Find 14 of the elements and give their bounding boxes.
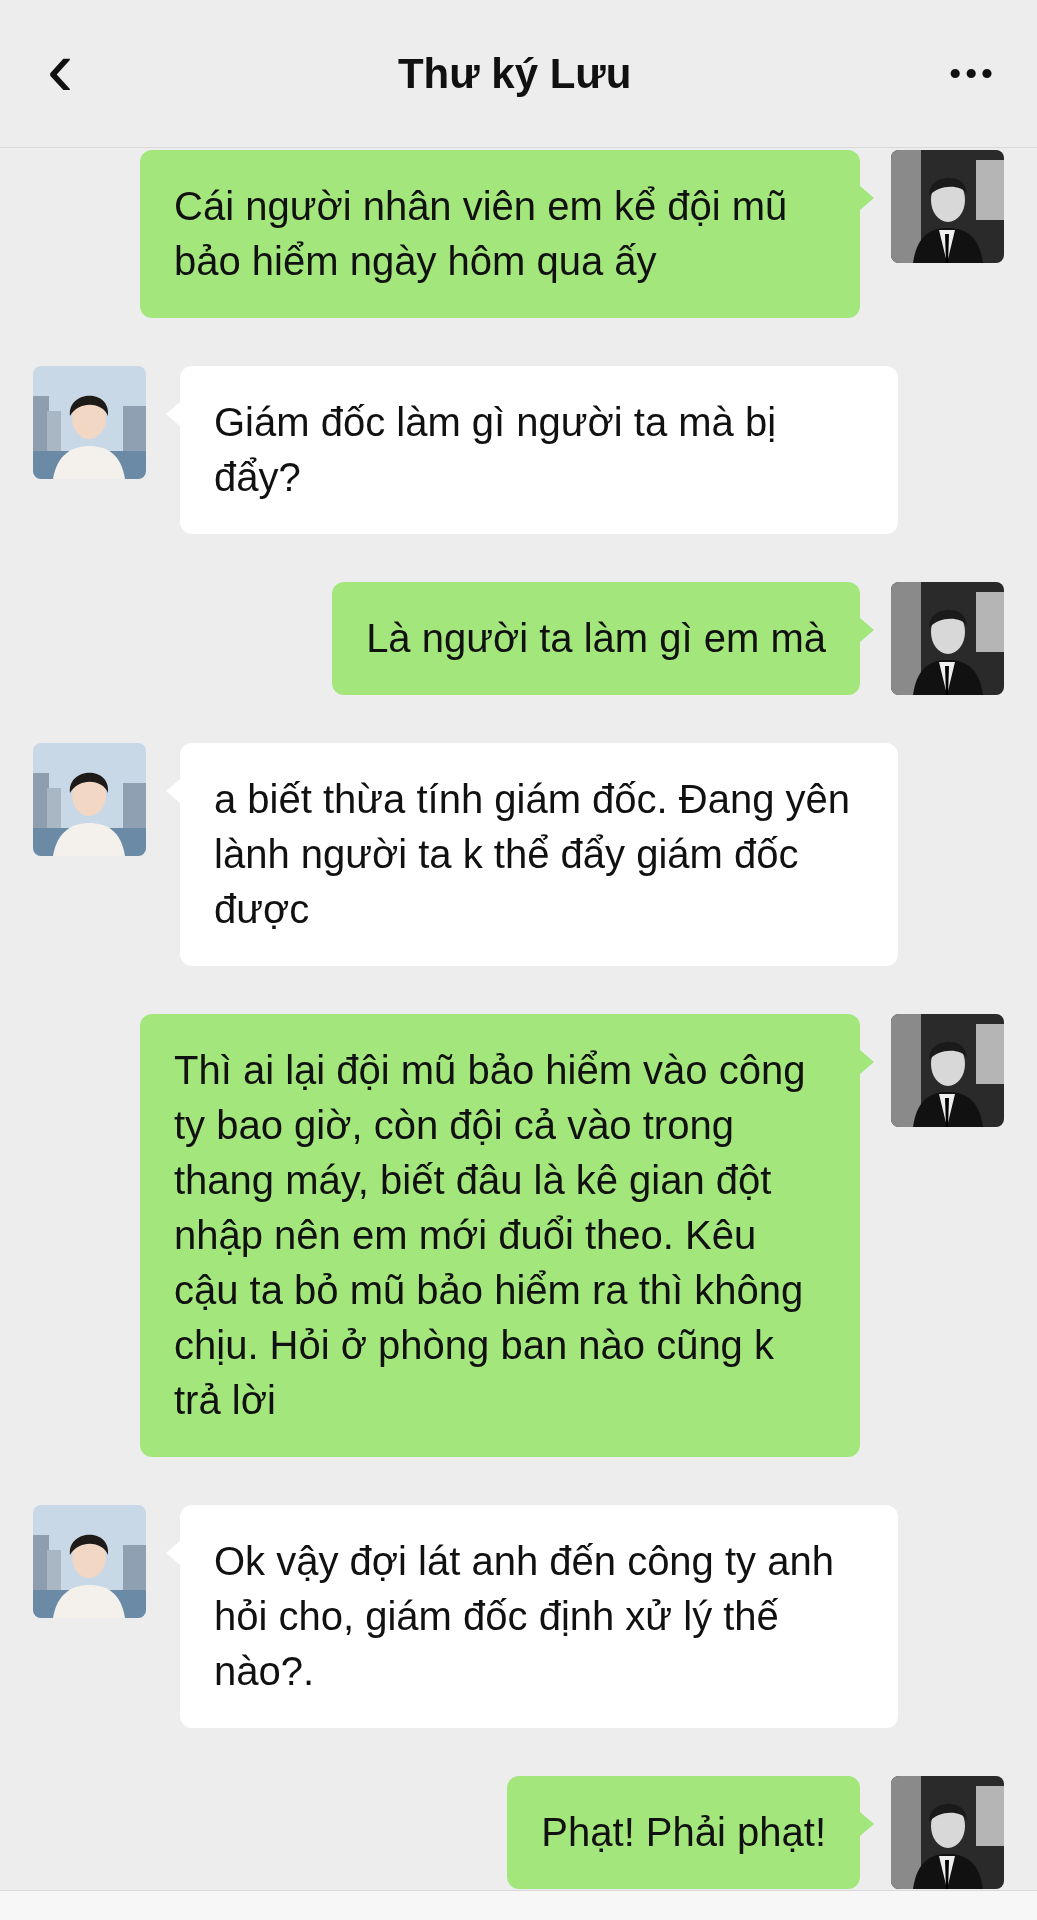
chat-title: Thư ký Lưu [397, 49, 632, 99]
more-button[interactable]: ••• [949, 48, 997, 99]
bubble-tail [860, 186, 874, 210]
bubble-tail [860, 1812, 874, 1836]
message-bubble: Giám đốc làm gì người ta mà bị đẩy? [180, 366, 898, 534]
message-bubble: Ok vậy đợi lát anh đến công ty anh hỏi cho, giám đốc định xử lý thế nào?. [180, 1505, 898, 1728]
message-bubble: a biết thừa tính giám đốc. Đang yên lành người ta k thể đẩy giám đốc được [180, 743, 898, 966]
message-bubble: Thì ai lại đội mũ bảo hiểm vào công ty bao giờ, còn đội cả vào trong thang máy, biết đâu là kê gian đột nhập nên em mới đuổi theo. Kêu cậu ta bỏ mũ bảo hiểm ra thì không chịu. Hỏi ở phòng ban nào cũng k trả lời [140, 1014, 860, 1457]
bubble-tail [860, 618, 874, 642]
bubble-tail [860, 1050, 874, 1074]
message-bubble: Là người ta làm gì em mà [332, 582, 860, 695]
back-button[interactable]: ‹ [40, 28, 80, 119]
message-bubble: Cái người nhân viên em kể đội mũ bảo hiểm ngày hôm qua ấy [140, 150, 860, 318]
message-bubble: Phạt! Phải phạt! [507, 1776, 860, 1889]
